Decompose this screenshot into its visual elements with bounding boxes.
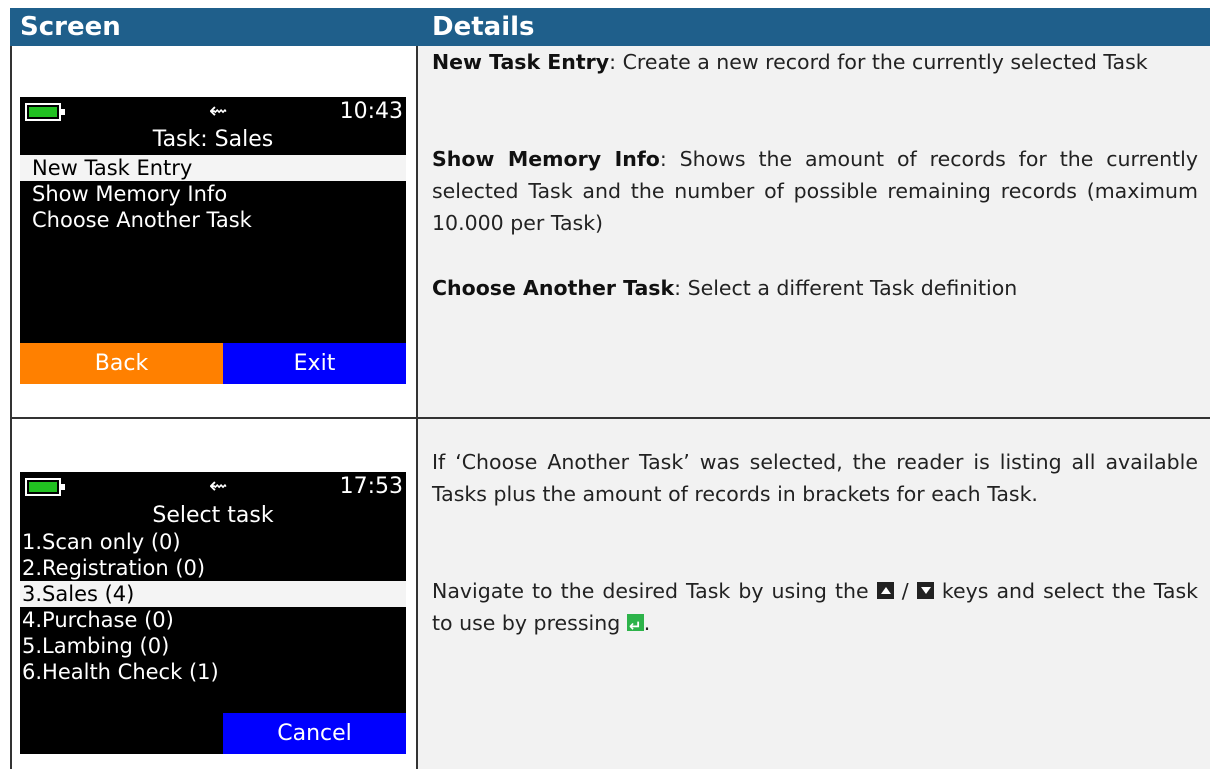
task-list-item[interactable]: 1.Scan only (0) (20, 529, 406, 555)
detail-show-memory-info: Show Memory Info: Shows the amount of re… (432, 147, 1198, 235)
clock: 10:43 (339, 99, 403, 124)
detail-navigate-instructions: Navigate to the desired Task by using th… (432, 575, 1198, 642)
menu-item-show-memory-info[interactable]: Show Memory Info (20, 181, 406, 207)
row-divider (10, 417, 1210, 419)
screen-title: Select task (152, 503, 274, 528)
cancel-softkey[interactable]: Cancel (223, 713, 406, 754)
enter-key-icon (626, 610, 644, 642)
usb-icon: ⇜ (209, 99, 228, 124)
task-list-item[interactable]: 2.Registration (0) (20, 555, 406, 581)
menu-item-choose-another-task[interactable]: Choose Another Task (20, 207, 406, 233)
detail-choose-another-task: Choose Another Task: Select a different … (432, 276, 1018, 300)
table-row: ⇜ 17:53 Select task 1.Scan only (0) 2.Re… (10, 417, 1210, 769)
task-list-item[interactable]: 6.Health Check (1) (20, 659, 406, 685)
clock: 17:53 (339, 474, 403, 499)
up-key-icon (876, 582, 894, 599)
usb-icon: ⇜ (209, 474, 228, 499)
column-divider (416, 46, 418, 769)
down-key-icon (916, 582, 934, 599)
document-table: Screen Details ⇜ 10:43 Task: Sales New T… (10, 8, 1210, 769)
battery-icon (25, 103, 65, 121)
menu-item-new-task-entry[interactable]: New Task Entry (20, 155, 406, 181)
detail-new-task-entry: New Task Entry: Create a new record for … (432, 50, 1148, 74)
device-screen-task-menu: ⇜ 10:43 Task: Sales New Task Entry Show … (20, 97, 406, 384)
task-list-item-selected[interactable]: 3.Sales (4) (20, 581, 406, 607)
details-cell: If ‘Choose Another Task’ was selected, t… (416, 417, 1210, 769)
task-list-item[interactable]: 5.Lambing (0) (20, 633, 406, 659)
table-left-border (10, 46, 12, 769)
table-row: ⇜ 10:43 Task: Sales New Task Entry Show … (10, 46, 1210, 417)
header-details: Details (432, 12, 535, 42)
task-list-item[interactable]: 4.Purchase (0) (20, 607, 406, 633)
screen-cell: ⇜ 10:43 Task: Sales New Task Entry Show … (10, 46, 416, 417)
screen-cell: ⇜ 17:53 Select task 1.Scan only (0) 2.Re… (10, 417, 416, 769)
details-cell: New Task Entry: Create a new record for … (416, 46, 1210, 417)
device-screen-select-task: ⇜ 17:53 Select task 1.Scan only (0) 2.Re… (20, 472, 406, 754)
status-bar: ⇜ 10:43 (20, 97, 406, 127)
detail-choose-task-list: If ‘Choose Another Task’ was selected, t… (432, 450, 1198, 506)
screen-title: Task: Sales (152, 127, 274, 152)
table-header: Screen Details (10, 8, 1210, 46)
status-bar: ⇜ 17:53 (20, 472, 406, 502)
exit-softkey[interactable]: Exit (223, 343, 406, 384)
header-screen: Screen (20, 12, 121, 42)
back-softkey[interactable]: Back (20, 343, 223, 384)
battery-icon (25, 478, 65, 496)
